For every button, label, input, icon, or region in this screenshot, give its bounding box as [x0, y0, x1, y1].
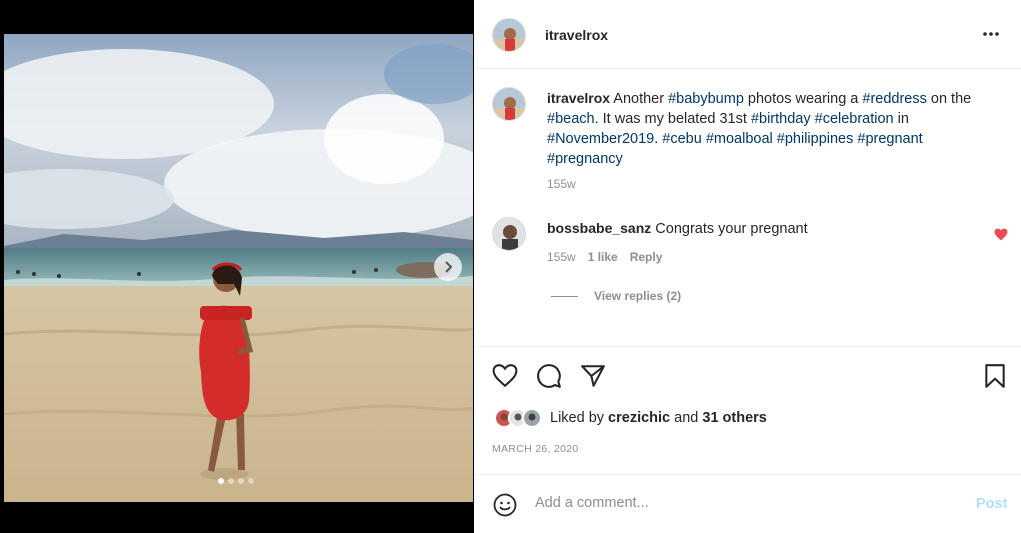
- comments-list: itravelrox Another #babybump photos wear…: [474, 69, 1021, 347]
- likes-middle: and: [670, 410, 703, 426]
- comment-bubble-icon[interactable]: [536, 363, 562, 389]
- caption-text-segment: on the: [926, 91, 972, 107]
- comment-age: 155w: [547, 250, 576, 264]
- caption-author-avatar-image: [493, 88, 525, 120]
- media-top-strip: [0, 0, 474, 34]
- comment-text-row: bossbabe_sanz Congrats your pregnant: [547, 220, 967, 237]
- caption-author-avatar[interactable]: [492, 87, 526, 121]
- post-caption: itravelrox Another #babybump photos wear…: [547, 88, 977, 169]
- hashtag-link[interactable]: #November2019: [547, 131, 654, 147]
- commenter-avatar[interactable]: [492, 217, 526, 251]
- view-replies-button[interactable]: View replies (2): [551, 289, 681, 303]
- author-username[interactable]: itravelrox: [545, 27, 608, 43]
- hashtag-link[interactable]: #reddress: [862, 91, 926, 107]
- post-detail-panel: itravelrox itravelrox Another #babybump …: [474, 0, 1021, 533]
- likes-prefix: Liked by: [550, 410, 609, 426]
- smiley-icon[interactable]: [493, 493, 517, 517]
- likes-user-link[interactable]: crezichic: [608, 410, 670, 426]
- liker-avatar[interactable]: [522, 408, 542, 428]
- hashtag-link[interactable]: #cebu: [662, 131, 702, 147]
- carousel-dot: [218, 478, 224, 484]
- actions-divider: [474, 346, 1021, 347]
- bookmark-icon[interactable]: [982, 363, 1008, 389]
- more-horizontal-icon: [983, 32, 999, 36]
- hashtag-link[interactable]: #philippines: [777, 131, 854, 147]
- paper-plane-icon[interactable]: [580, 363, 606, 389]
- hashtag-link[interactable]: #beach: [547, 111, 595, 127]
- replies-divider: [551, 295, 578, 297]
- author-avatar[interactable]: [492, 18, 526, 52]
- hashtag-link[interactable]: #babybump: [668, 91, 744, 107]
- media-pane: [0, 0, 474, 533]
- comment-reply-button[interactable]: Reply: [630, 250, 663, 264]
- post-date[interactable]: MARCH 26, 2020: [492, 443, 579, 455]
- heart-icon[interactable]: [492, 363, 518, 389]
- post-comment-button[interactable]: Post: [976, 496, 1007, 512]
- hashtag-link[interactable]: #moalboal: [706, 131, 773, 147]
- caption-text-segment: photos wearing a: [743, 91, 863, 107]
- comment-like-heart-icon[interactable]: [994, 228, 1008, 241]
- caption-text-segment: . It was my belated 31st: [594, 111, 751, 127]
- liker-avatar-image: [524, 410, 540, 426]
- carousel-dot: [248, 478, 254, 484]
- more-options-button[interactable]: [981, 24, 1001, 44]
- carousel-dot: [238, 478, 244, 484]
- comment-meta: 155w 1 like Reply: [547, 250, 662, 264]
- likes-summary: Liked by crezichic and 31 others: [550, 410, 767, 426]
- caption-text-segment: in: [893, 111, 909, 127]
- post-photo[interactable]: [4, 34, 473, 502]
- next-slide-button[interactable]: [434, 253, 462, 281]
- comment-text: Congrats your pregnant: [655, 221, 808, 237]
- caption-username[interactable]: itravelrox: [547, 90, 610, 106]
- chevron-right-icon: [445, 261, 453, 273]
- hashtag-link[interactable]: #pregnancy: [547, 151, 623, 167]
- commenter-username[interactable]: bossbabe_sanz: [547, 220, 651, 236]
- likes-row: Liked by crezichic and 31 others: [494, 408, 767, 428]
- hashtag-link[interactable]: #pregnant: [857, 131, 922, 147]
- add-comment-input[interactable]: [535, 495, 935, 511]
- caption-age: 155w: [547, 177, 576, 191]
- carousel-dot: [228, 478, 234, 484]
- hashtag-link[interactable]: #birthday: [751, 111, 811, 127]
- author-avatar-image: [493, 19, 525, 51]
- post-header: itravelrox: [474, 0, 1021, 69]
- beach-photo: [4, 34, 473, 502]
- caption-body: Another #babybump photos wearing a #redd…: [547, 91, 971, 167]
- add-comment-bar: Post: [474, 474, 1021, 533]
- view-replies-label: View replies (2): [594, 289, 682, 303]
- commenter-avatar-image: [493, 218, 525, 250]
- comment-likes-count[interactable]: 1 like: [588, 250, 618, 264]
- caption-text-segment: Another: [613, 91, 669, 107]
- carousel-dots: [218, 478, 254, 484]
- hashtag-link[interactable]: #celebration: [815, 111, 894, 127]
- likes-others-link[interactable]: 31 others: [702, 410, 766, 426]
